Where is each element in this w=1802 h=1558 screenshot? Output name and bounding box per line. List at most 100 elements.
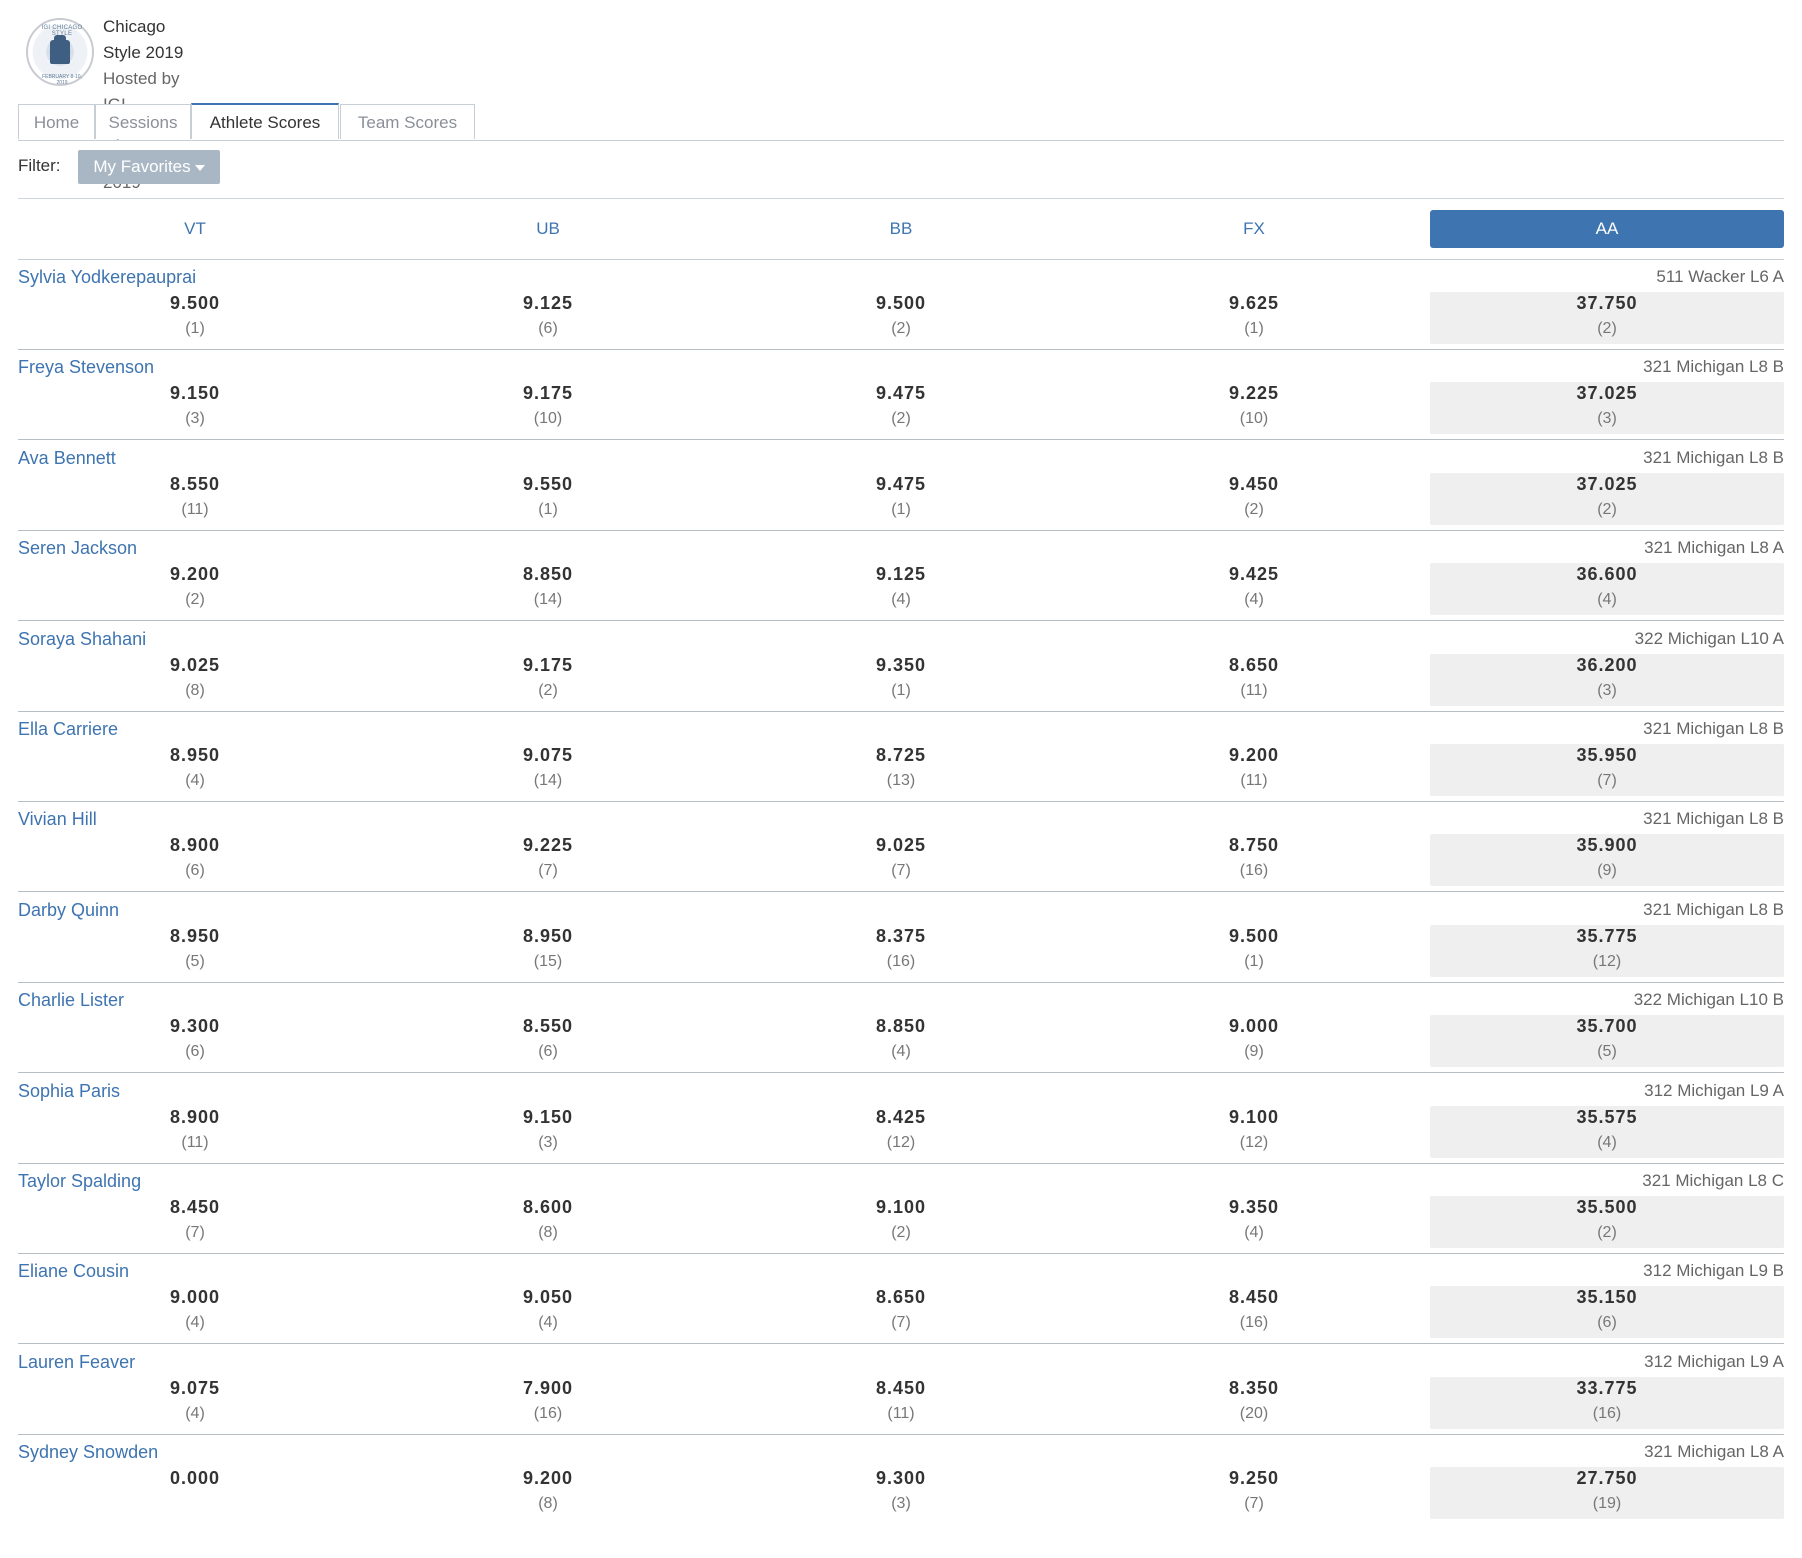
score-cell-ub: 9.225 (7) <box>371 834 725 886</box>
athlete-name-link[interactable]: Freya Stevenson <box>18 357 154 378</box>
tab-sessions[interactable]: Sessions <box>95 104 191 139</box>
tab-team-scores[interactable]: Team Scores <box>340 104 475 139</box>
athlete-name-link[interactable]: Eliane Cousin <box>18 1261 129 1282</box>
score-value: 35.950 <box>1576 745 1638 765</box>
score-rank: (14) <box>533 591 563 609</box>
score-value: 8.725 <box>875 745 927 765</box>
score-cell-ub: 9.075 (14) <box>371 744 725 796</box>
score-rank: (10) <box>533 410 563 428</box>
athlete-name-link[interactable]: Taylor Spalding <box>18 1171 141 1192</box>
athlete-team: 321 Michigan L8 B <box>1643 357 1784 377</box>
athlete-name-link[interactable]: Sophia Paris <box>18 1081 120 1102</box>
score-cell-bb: 9.475 (1) <box>724 473 1078 525</box>
score-rank: (4) <box>185 772 205 789</box>
event-tab-bb[interactable]: BB <box>724 210 1078 248</box>
score-value: 8.750 <box>1228 835 1280 856</box>
athlete-team: 312 Michigan L9 A <box>1644 1080 1784 1100</box>
athlete-team: 312 Michigan L9 B <box>1643 1261 1784 1281</box>
athlete-team: 511 Wacker L6 A <box>1656 267 1784 286</box>
score-rank: (6) <box>538 1043 558 1061</box>
score-rank: (7) <box>891 862 911 880</box>
score-rank: (12) <box>886 1133 916 1151</box>
score-cell-aa: 35.575 (4) <box>1430 1105 1784 1158</box>
score-cell-bb: 9.125 (4) <box>724 563 1078 615</box>
score-rank: (7) <box>1244 1495 1264 1513</box>
score-cell-fx: 9.250 (7) <box>1077 1467 1431 1519</box>
score-rank: (3) <box>538 1133 558 1151</box>
athlete-name-link[interactable]: Vivian Hill <box>18 809 97 830</box>
score-value: 8.375 <box>875 925 927 946</box>
athlete-team: 322 Michigan L10 B <box>1633 990 1784 1010</box>
score-cell-bb: 9.025 (7) <box>724 834 1078 886</box>
score-cell-aa: 35.500 (2) <box>1430 1196 1784 1248</box>
athlete-team: 321 Michigan L8 A <box>1644 538 1784 558</box>
meet-name: Chicago Style 2019 <box>103 17 184 62</box>
score-cell-aa: 35.775 (12) <box>1430 924 1784 977</box>
athlete-name-link[interactable]: Sylvia Yodkerepauprai <box>18 267 196 288</box>
score-rank: (7) <box>185 1224 205 1241</box>
athlete-name-link[interactable]: Darby Quinn <box>18 900 119 921</box>
score-value: 9.200 <box>522 1468 574 1489</box>
athlete-name-link[interactable]: Ava Bennett <box>18 448 116 469</box>
event-tab-aa[interactable]: AA <box>1430 210 1784 248</box>
score-cell-vt: 8.900 (6) <box>18 834 372 886</box>
score-value: 8.650 <box>1228 654 1280 675</box>
athlete-name-link[interactable]: Ella Carriere <box>18 719 118 740</box>
score-rank: (2) <box>891 410 911 428</box>
score-value: 9.150 <box>169 383 221 404</box>
athlete-name-link[interactable]: Seren Jackson <box>18 538 137 559</box>
score-rank: (13) <box>886 772 916 789</box>
score-cell-fx: 8.350 (20) <box>1077 1377 1431 1429</box>
athlete-team: 321 Michigan L8 B <box>1643 899 1784 919</box>
score-rank: (11) <box>181 500 209 518</box>
score-value: 9.500 <box>169 293 221 313</box>
score-cell-fx: 9.100 (12) <box>1077 1106 1431 1158</box>
event-header: VT UB BB FX AA <box>18 198 1784 260</box>
score-value: 9.350 <box>1228 1197 1280 1217</box>
score-rank: (1) <box>891 681 911 699</box>
score-value: 8.850 <box>875 1016 927 1037</box>
score-cell-vt: 0.000 <box>18 1467 372 1519</box>
tab-home[interactable]: Home <box>18 104 95 139</box>
score-rank: (2) <box>1597 1224 1617 1241</box>
score-cell-ub: 9.050 (4) <box>371 1286 725 1338</box>
score-cell-ub: 7.900 (16) <box>371 1377 725 1429</box>
event-tab-ub[interactable]: UB <box>371 210 725 248</box>
score-value: 0.000 <box>169 1468 221 1489</box>
score-value: 9.625 <box>1228 293 1280 313</box>
score-rank: (3) <box>1597 681 1617 699</box>
logo-text-top: IGI CHICAGO STYLE <box>41 25 83 37</box>
score-cell-aa: 27.750 (19) <box>1430 1467 1784 1520</box>
athlete-name-link[interactable]: Charlie Lister <box>18 990 124 1011</box>
score-value: 35.575 <box>1576 1106 1638 1127</box>
score-rank: (14) <box>533 772 563 789</box>
event-tab-fx[interactable]: FX <box>1077 210 1431 248</box>
athlete-name-link[interactable]: Soraya Shahani <box>18 629 146 650</box>
score-value: 27.750 <box>1576 1468 1638 1489</box>
score-value: 9.025 <box>169 654 221 675</box>
score-value: 37.025 <box>1576 383 1638 404</box>
score-value: 9.475 <box>875 383 927 404</box>
score-cell-ub: 9.175 (2) <box>371 654 725 706</box>
athlete-name-link[interactable]: Sydney Snowden <box>18 1442 158 1463</box>
score-rank: (1) <box>1244 952 1264 970</box>
filter-dropdown-button[interactable]: My Favorites <box>78 150 220 184</box>
score-value: 35.900 <box>1576 835 1638 856</box>
event-tab-vt[interactable]: VT <box>18 210 372 248</box>
score-cell-vt: 9.150 (3) <box>18 382 372 434</box>
score-cell-vt: 9.025 (8) <box>18 654 372 706</box>
tab-athlete-scores[interactable]: Athlete Scores <box>191 103 339 139</box>
score-cell-vt: 9.075 (4) <box>18 1377 372 1429</box>
athlete-team: 321 Michigan L8 B <box>1643 719 1784 738</box>
score-rank: (15) <box>533 952 563 970</box>
score-value: 8.450 <box>1228 1287 1280 1308</box>
athlete-name-link[interactable]: Lauren Feaver <box>18 1352 135 1373</box>
score-cell-vt: 9.500 (1) <box>18 292 372 344</box>
score-rank: (16) <box>1239 862 1269 880</box>
score-cell-ub: 9.150 (3) <box>371 1106 725 1158</box>
score-cell-ub: 9.550 (1) <box>371 473 725 525</box>
score-cell-bb: 9.350 (1) <box>724 654 1078 706</box>
score-value: 9.200 <box>1228 745 1280 765</box>
score-cell-vt: 8.900 (11) <box>18 1106 372 1158</box>
score-value: 8.450 <box>169 1197 221 1217</box>
